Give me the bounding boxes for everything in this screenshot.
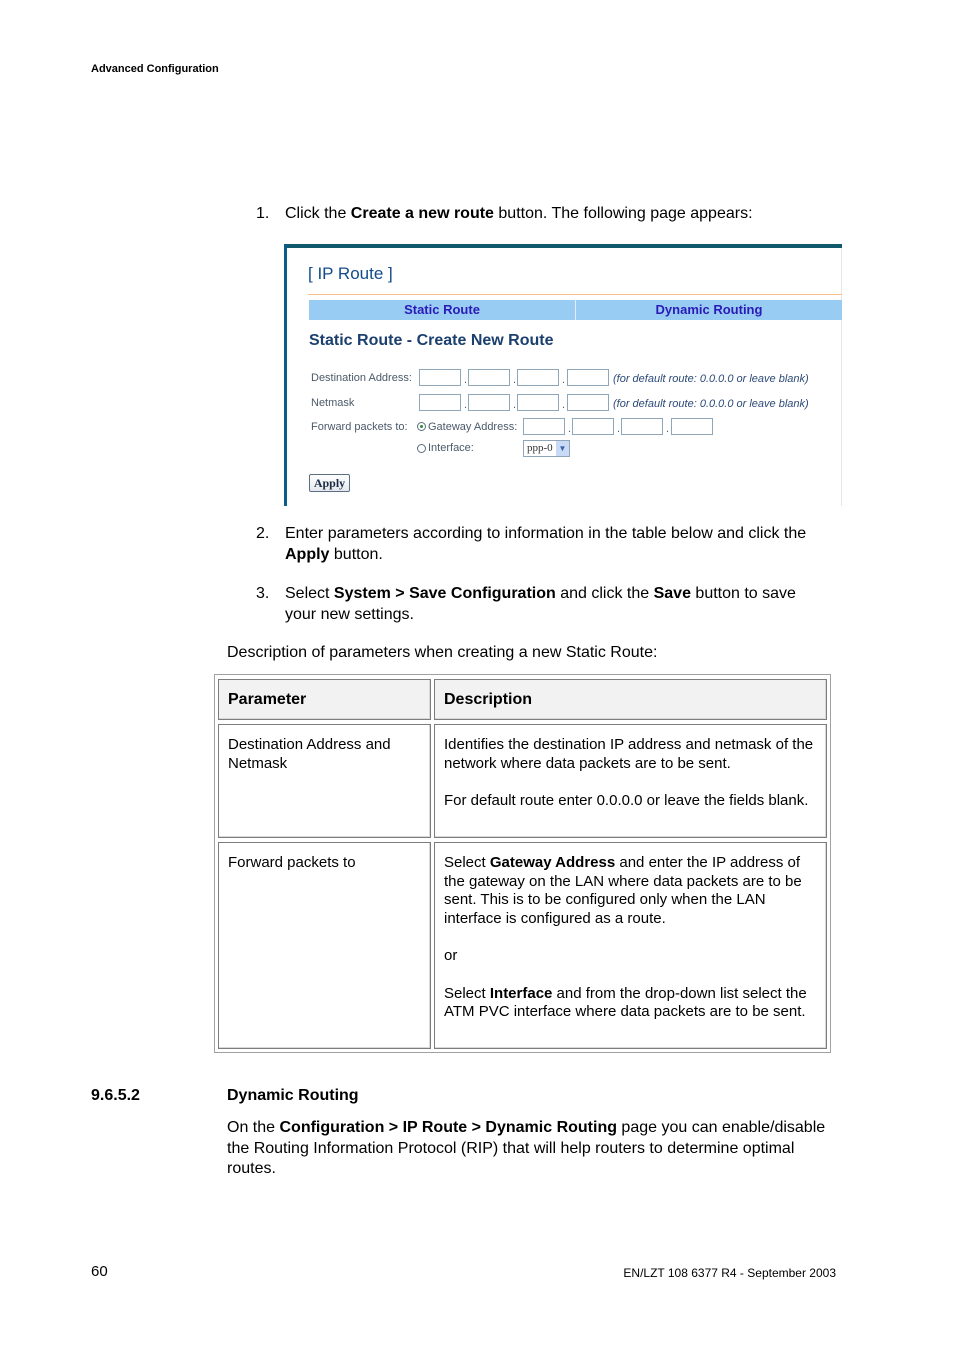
interface-select-value: ppp-0 xyxy=(527,442,553,454)
octet-separator: . xyxy=(513,374,517,386)
octet-separator: . xyxy=(666,423,670,435)
octet-separator: . xyxy=(464,399,468,411)
destination-octet-2[interactable] xyxy=(468,369,510,386)
octet-separator: . xyxy=(562,374,566,386)
tab-dynamic-routing[interactable]: Dynamic Routing xyxy=(575,300,842,320)
ip-route-title: [ IP Route ] xyxy=(308,264,393,283)
step-number: 3. xyxy=(256,585,270,602)
destination-octet-1[interactable] xyxy=(419,369,461,386)
frame-left-border xyxy=(284,244,287,506)
frame-top-border xyxy=(284,244,842,248)
description-paragraph: Identifies the destination IP address an… xyxy=(444,736,814,772)
destination-octet-4[interactable] xyxy=(567,369,609,386)
table-header-parameter: Parameter xyxy=(218,679,431,720)
description-paragraph: or xyxy=(444,947,458,964)
netmask-octet-3[interactable] xyxy=(517,394,559,411)
interface-label: Interface: xyxy=(428,442,474,454)
gateway-address-label: Gateway Address: xyxy=(428,421,518,433)
octet-separator: . xyxy=(464,374,468,386)
octet-separator: . xyxy=(562,399,566,411)
interface-select[interactable]: ppp-0 ▼ xyxy=(523,440,570,457)
chevron-down-icon[interactable]: ▼ xyxy=(556,441,569,456)
octet-separator: . xyxy=(568,423,572,435)
gateway-octet-4[interactable] xyxy=(671,418,713,435)
step-3: 3. Select System > Save Configuration an… xyxy=(256,584,826,626)
step-number: 2. xyxy=(256,525,270,542)
table-intro: Description of parameters when creating … xyxy=(227,644,658,661)
parameter-table: Parameter Description Destination Addres… xyxy=(214,674,831,1053)
tab-static-route[interactable]: Static Route xyxy=(309,300,575,320)
section-number: 9.6.5.2 xyxy=(91,1087,140,1104)
form-title: Static Route - Create New Route xyxy=(309,332,554,349)
table-row-parameter: Forward packets to xyxy=(218,842,431,1049)
netmask-label: Netmask xyxy=(311,397,355,409)
description-paragraph: Select Interface and from the drop-down … xyxy=(444,984,807,1021)
step-1: 1. Click the Create a new route button. … xyxy=(256,204,826,226)
gateway-address-radio[interactable] xyxy=(417,422,426,431)
section-body: On the Configuration > IP Route > Dynami… xyxy=(227,1119,826,1177)
netmask-octet-2[interactable] xyxy=(468,394,510,411)
destination-hint: (for default route: 0.0.0.0 or leave bla… xyxy=(613,373,809,385)
step-text: Enter parameters according to informatio… xyxy=(285,525,807,563)
step-number: 1. xyxy=(256,205,270,222)
table-row-parameter: Destination Address and Netmask xyxy=(218,724,431,838)
page-number: 60 xyxy=(91,1263,108,1280)
ip-route-screenshot: [ IP Route ] Static Route Dynamic Routin… xyxy=(284,244,842,506)
document-id: EN/LZT 108 6377 R4 - September 2003 xyxy=(623,1266,836,1280)
netmask-octet-4[interactable] xyxy=(567,394,609,411)
frame-right-edge xyxy=(841,248,842,506)
step-text: Select System > Save Configuration and c… xyxy=(285,585,796,623)
table-row-description: Select Gateway Address and enter the IP … xyxy=(434,842,827,1049)
route-tabs: Static Route Dynamic Routing xyxy=(309,300,842,320)
section-title: Dynamic Routing xyxy=(227,1087,359,1104)
destination-address-label: Destination Address: xyxy=(311,372,412,384)
table-row-description: Identifies the destination IP address an… xyxy=(434,724,827,838)
step-2: 2. Enter parameters according to informa… xyxy=(256,524,826,566)
gateway-octet-2[interactable] xyxy=(572,418,614,435)
octet-separator: . xyxy=(513,399,517,411)
table-header-description: Description xyxy=(434,679,827,720)
title-divider xyxy=(308,294,842,295)
description-paragraph: Select Gateway Address and enter the IP … xyxy=(444,854,802,927)
description-paragraph: For default route enter 0.0.0.0 or leave… xyxy=(444,792,809,809)
destination-octet-3[interactable] xyxy=(517,369,559,386)
netmask-hint: (for default route: 0.0.0.0 or leave bla… xyxy=(613,398,809,410)
gateway-octet-1[interactable] xyxy=(523,418,565,435)
interface-radio[interactable] xyxy=(417,444,426,453)
netmask-octet-1[interactable] xyxy=(419,394,461,411)
gateway-octet-3[interactable] xyxy=(621,418,663,435)
forward-packets-label: Forward packets to: xyxy=(311,421,408,433)
octet-separator: . xyxy=(617,423,621,435)
step-text: Click the Create a new route button. The… xyxy=(285,205,753,222)
apply-button[interactable]: Apply xyxy=(309,474,350,492)
running-header: Advanced Configuration xyxy=(91,63,219,75)
